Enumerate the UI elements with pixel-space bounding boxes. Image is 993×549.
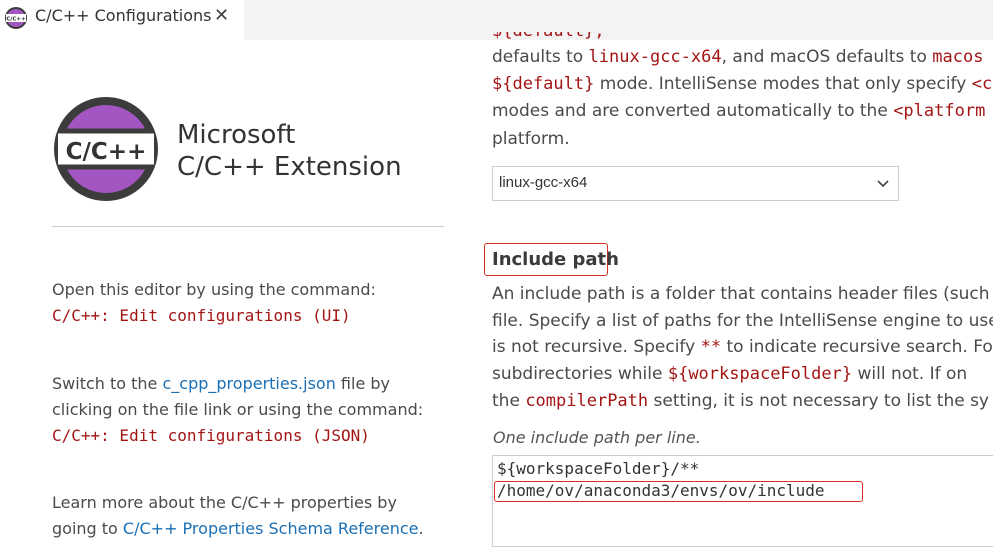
left-divider [52, 226, 444, 227]
brand-name-line2: C/C++ Extension [177, 152, 402, 182]
intellisense-mode-select[interactable]: linux-gcc-x64 [492, 166, 899, 201]
intellisense-desc-line3: modes and are converted automatically to… [492, 101, 986, 121]
intellisense-desc-line2: ${default} mode. IntelliSense modes that… [492, 74, 993, 94]
help-open-editor-text: Open this editor by using the command: [52, 280, 376, 299]
include-path-textarea[interactable]: ${workspaceFolder}/** /home/ov/anaconda3… [492, 455, 993, 547]
help-switch-json: Switch to the c_cpp_properties.json file… [52, 371, 423, 449]
tab-title: C/C++ Configurations [35, 6, 212, 25]
svg-text:C/C++: C/C++ [6, 17, 26, 23]
include-path-heading-box: Include path [484, 243, 619, 276]
tab-cpp-configurations[interactable]: C/C++ C/C++ Configurations ✕ [0, 0, 244, 40]
chevron-down-icon [877, 180, 889, 188]
svg-text:C/C++: C/C++ [66, 139, 147, 165]
help-learn-suffix: . [418, 519, 424, 538]
help-learn-line1: Learn more about the C/C++ properties by [52, 493, 397, 512]
include-path-line-2: /home/ov/anaconda3/envs/ov/include [497, 481, 825, 500]
help-switch-prefix: Switch to the [52, 374, 163, 393]
command-edit-ui: C/C++: Edit configurations (UI) [52, 306, 351, 325]
include-desc-line3: is not recursive. Specify ** to indicate… [492, 337, 993, 357]
help-learn-more: Learn more about the C/C++ properties by… [52, 490, 424, 542]
include-path-line-1: ${workspaceFolder}/** [497, 459, 700, 478]
schema-reference-link[interactable]: C/C++ Properties Schema Reference [123, 519, 419, 538]
intellisense-mode-value: linux-gcc-x64 [499, 174, 588, 191]
include-path-heading: Include path [492, 249, 619, 270]
include-desc-line1: An include path is a folder that contain… [492, 284, 990, 304]
include-path-hint: One include path per line. [493, 428, 701, 447]
cpp-properties-json-link[interactable]: c_cpp_properties.json [162, 374, 335, 393]
command-edit-json: C/C++: Edit configurations (JSON) [52, 426, 370, 445]
help-open-editor: Open this editor by using the command: C… [52, 277, 376, 329]
help-learn-prefix: going to [52, 519, 123, 538]
include-desc-line4: subdirectories while ${workspaceFolder} … [492, 364, 968, 384]
include-desc-line2: file. Specify a list of paths for the In… [492, 311, 993, 331]
intellisense-desc-line4: platform. [492, 129, 570, 149]
cpp-logo: C/C++ [54, 97, 158, 201]
cpp-extension-icon: C/C++ [5, 7, 27, 29]
close-icon[interactable]: ✕ [214, 4, 229, 28]
intellisense-desc-line1: defaults to linux-gcc-x64, and macOS def… [492, 47, 984, 67]
help-switch-line2: clicking on the file link or using the c… [52, 400, 424, 419]
help-switch-suffix: file by [335, 374, 391, 393]
brand-name-line1: Microsoft [177, 120, 296, 150]
include-desc-line5: the compilerPath setting, it is not nece… [492, 391, 989, 411]
